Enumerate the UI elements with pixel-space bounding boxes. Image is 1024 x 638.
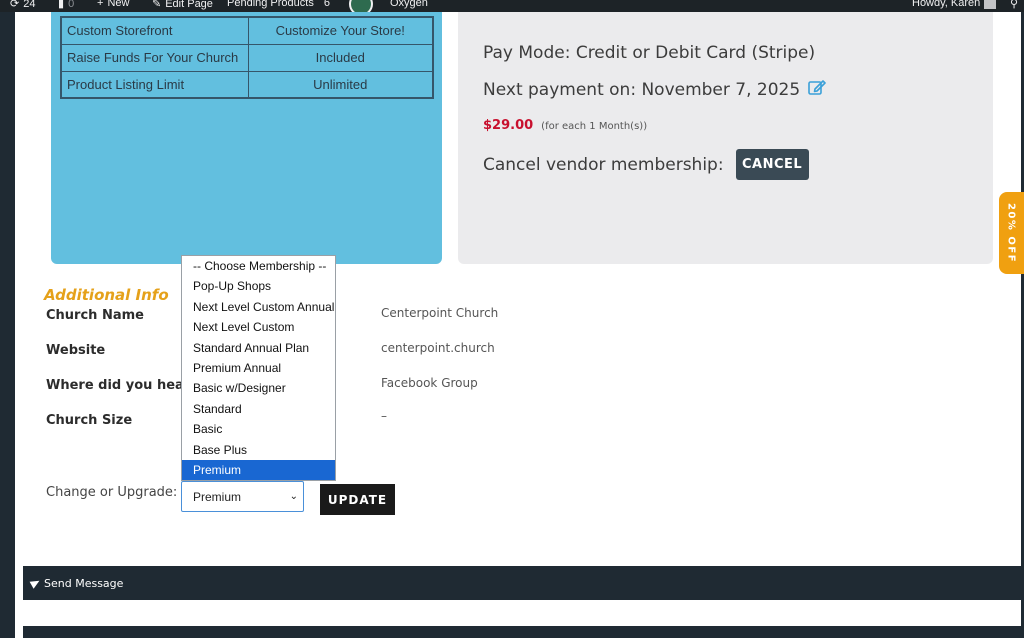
pay-mode-text: Pay Mode: Credit or Debit Card (Stripe) — [483, 43, 816, 63]
oxygen-item[interactable]: Oxygen — [390, 0, 428, 9]
dropdown-option[interactable]: Basic w/Designer — [182, 378, 335, 398]
next-payment-text: Next payment on: November 7, 2025 — [483, 80, 801, 100]
price-row: $29.00 (for each 1 Month(s)) — [483, 118, 647, 133]
updates-item[interactable]: ⟳ 24 — [10, 0, 35, 10]
value-cell: Customize Your Store! — [247, 16, 434, 45]
cancel-membership-label: Cancel vendor membership: — [483, 154, 724, 175]
payment-card: Pay Mode: Credit or Debit Card (Stripe) … — [458, 12, 993, 264]
value-cell: Unlimited — [247, 70, 434, 99]
next-section-bar[interactable] — [23, 626, 1021, 638]
feature-cell: Custom Storefront — [60, 16, 249, 45]
referral-label: Where did you hear a — [46, 378, 204, 393]
pending-products-item[interactable]: Pending Products 6 — [227, 0, 330, 9]
oxygen-label: Oxygen — [390, 0, 428, 9]
refresh-icon: ⟳ — [10, 0, 20, 10]
feature-cell: Raise Funds For Your Church — [60, 43, 249, 72]
search-item[interactable]: ⚲ — [1010, 0, 1018, 10]
comments-item[interactable]: ▮ 0 — [58, 0, 74, 10]
edit-page-item[interactable]: ✎ Edit Page — [152, 0, 213, 10]
plan-card: Custom Storefront Customize Your Store! … — [51, 12, 442, 264]
plus-icon: + — [97, 0, 104, 9]
additional-info-title: Additional Info — [44, 286, 169, 304]
church-name-label: Church Name — [46, 308, 144, 323]
send-message-label: Send Message — [44, 576, 124, 590]
dropdown-option[interactable]: Standard — [182, 399, 335, 419]
church-name-value: Centerpoint Church — [381, 306, 499, 320]
dropdown-option[interactable]: -- Choose Membership -- — [182, 256, 335, 276]
dropdown-option[interactable]: Base Plus — [182, 440, 335, 460]
comment-icon: ▮ — [58, 0, 65, 10]
dropdown-option-selected[interactable]: Premium — [182, 459, 335, 481]
left-border — [0, 12, 15, 638]
admin-bar: ⟳ 24 ▮ 0 + New ✎ Edit Page Pending Produ… — [0, 0, 1024, 16]
avatar — [984, 0, 997, 9]
membership-select[interactable]: Premium ⌄ — [181, 481, 304, 512]
updates-count: 24 — [23, 0, 36, 10]
pending-products-label: Pending Products — [227, 0, 314, 9]
price-note: (for each 1 Month(s)) — [541, 121, 648, 132]
chevron-down-icon: ⌄ — [289, 491, 298, 502]
pending-products-count: 6 — [323, 0, 330, 9]
plan-features-table: Custom Storefront Customize Your Store! … — [60, 16, 434, 99]
change-upgrade-label: Change or Upgrade: — [46, 485, 178, 500]
promo-label: 20% OFF — [1005, 202, 1017, 264]
price: $29.00 — [483, 118, 534, 133]
next-payment-row: Next payment on: November 7, 2025 — [483, 79, 826, 101]
pencil-icon: ✎ — [152, 0, 162, 10]
promo-tab[interactable]: 20% OFF — [999, 192, 1024, 274]
new-label: New — [107, 0, 130, 9]
send-icon — [29, 577, 42, 589]
table-row: Custom Storefront Customize Your Store! — [60, 16, 434, 45]
table-row: Product Listing Limit Unlimited — [60, 70, 434, 99]
table-row: Raise Funds For Your Church Included — [60, 43, 434, 72]
church-size-label: Church Size — [46, 413, 133, 428]
account-item[interactable]: Howdy, Karen — [912, 0, 997, 9]
edit-page-label: Edit Page — [165, 0, 213, 10]
greeting: Howdy, Karen — [912, 0, 981, 9]
update-button[interactable]: UPDATE — [320, 484, 395, 515]
send-message-bar[interactable]: Send Message — [23, 566, 1021, 600]
dropdown-option[interactable]: Next Level Custom — [182, 317, 335, 337]
dropdown-option[interactable]: Premium Annual — [182, 358, 335, 378]
edit-icon[interactable] — [808, 79, 826, 101]
dropdown-option[interactable]: Basic — [182, 419, 335, 439]
new-content-item[interactable]: + New — [97, 0, 129, 9]
dropdown-option[interactable]: Pop-Up Shops — [182, 276, 335, 296]
dropdown-option[interactable]: Standard Annual Plan — [182, 338, 335, 358]
dropdown-option[interactable]: Next Level Custom Annual — [182, 297, 335, 317]
membership-dropdown-list: -- Choose Membership -- Pop-Up Shops Nex… — [181, 255, 336, 481]
feature-cell: Product Listing Limit — [60, 70, 249, 99]
website-value: centerpoint.church — [381, 341, 495, 355]
cancel-button[interactable]: CANCEL — [735, 149, 809, 180]
cancel-row: Cancel vendor membership: CANCEL — [483, 149, 809, 180]
website-label: Website — [46, 343, 106, 358]
comments-count: 0 — [68, 0, 75, 10]
membership-select-value: Premium — [193, 489, 242, 504]
search-icon: ⚲ — [1010, 0, 1019, 10]
referral-value: Facebook Group — [381, 376, 478, 390]
value-cell: Included — [247, 43, 434, 72]
church-size-value: – — [381, 409, 387, 423]
